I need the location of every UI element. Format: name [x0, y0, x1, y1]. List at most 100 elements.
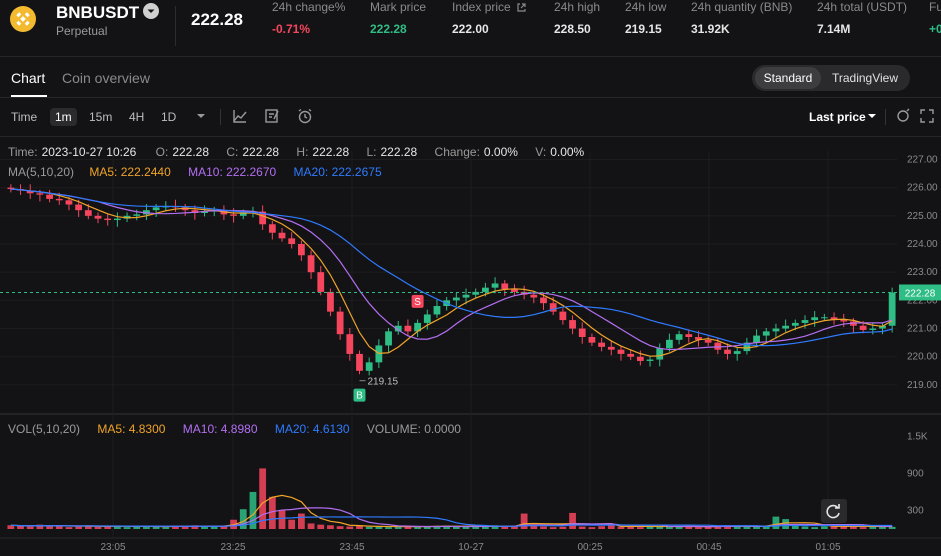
candle-body — [753, 335, 760, 343]
fullscreen-icon[interactable] — [918, 107, 936, 125]
volume-bar — [588, 527, 596, 529]
volume-bar — [346, 526, 354, 529]
candle-body — [782, 325, 790, 329]
volume-bar — [569, 512, 576, 529]
reset-view-button[interactable] — [821, 499, 847, 523]
external-link-icon[interactable] — [516, 2, 527, 13]
candle-body — [278, 232, 286, 239]
ohlc-close: 222.28 — [242, 145, 280, 159]
interval-time[interactable]: Time — [11, 110, 37, 124]
stat-value: -0.71% — [272, 22, 311, 36]
ma-legend: MA(5,10,20) MA5: 222.2440 MA10: 222.2670… — [8, 165, 382, 179]
standard-view-button[interactable]: Standard — [755, 67, 821, 89]
candle-body — [646, 359, 654, 361]
candle-body — [462, 294, 470, 298]
volume-axis-label: 900 — [907, 468, 924, 479]
drawing-tools-icon[interactable] — [263, 107, 281, 125]
candle-body — [762, 331, 770, 336]
bnb-logo-icon — [10, 6, 36, 32]
time-axis-label: 23:25 — [220, 542, 245, 553]
contract-type: Perpetual — [56, 24, 108, 38]
stat-label: 24h high — [554, 0, 601, 14]
stat-value: 7.14M — [817, 22, 851, 36]
last-price: 222.28 — [191, 10, 243, 29]
volume-bar — [317, 524, 325, 529]
price-axis-label: 221.00 — [907, 324, 938, 335]
volume-bar — [559, 526, 567, 529]
volume-bar — [840, 526, 848, 529]
stat-label: Mark price — [370, 0, 427, 14]
volume-bar — [636, 527, 644, 529]
candle-body — [317, 272, 325, 292]
chart-settings-icon[interactable] — [894, 107, 912, 125]
ohlc-volume: 0.00% — [550, 145, 585, 159]
interval-4h[interactable]: 4H — [129, 110, 144, 124]
candle-body — [791, 322, 799, 326]
volume-axis-label: 1.5K — [907, 431, 928, 442]
price-axis-label: 224.00 — [907, 239, 938, 250]
volume-bar — [540, 526, 547, 529]
toolbar-divider — [220, 109, 221, 125]
interval-15m[interactable]: 15m — [89, 110, 112, 124]
price-chart-area[interactable]: 227.00 226.00 225.00 224.00 223.00 222.00 221.… — [0, 137, 941, 556]
chevron-down-icon[interactable] — [863, 107, 881, 125]
interval-1m[interactable]: 1m — [50, 108, 77, 126]
alarm-clock-icon[interactable] — [296, 107, 314, 125]
candle-body — [540, 297, 547, 304]
tradingview-button[interactable]: TradingView — [824, 67, 906, 89]
volume-bar — [801, 526, 809, 529]
volume-bar — [297, 513, 305, 529]
candle-body — [627, 353, 635, 357]
volume-bar — [385, 527, 392, 529]
ma10-value: MA10: 222.2670 — [188, 165, 277, 179]
tab-coin-overview[interactable]: Coin overview — [62, 70, 150, 86]
volume-bar — [520, 513, 528, 529]
candle-body — [820, 317, 828, 319]
candle-body — [36, 193, 44, 195]
volume-bar — [327, 525, 334, 529]
volume-bar — [888, 526, 896, 529]
volume-bar — [94, 526, 102, 529]
stat-value: 222.28 — [370, 22, 407, 36]
candle-body — [452, 297, 460, 301]
candle-body — [268, 224, 276, 233]
ohlc-low: 222.28 — [380, 145, 418, 159]
volume-legend: VOL(5,10,20) MA5: 4.8300 MA10: 4.8980 MA… — [8, 422, 461, 436]
symbol-dropdown-icon[interactable] — [143, 3, 159, 19]
chart-toolbar: Time 1m 15m 4H 1D Last price — [0, 98, 941, 136]
vol-legend-title: VOL(5,10,20) — [8, 422, 81, 436]
volume-bar — [859, 527, 867, 529]
low-annotation: 219.15 — [367, 377, 398, 388]
view-switch: Standard TradingView — [752, 65, 910, 91]
stat-label: 24h total (USDT) — [817, 0, 908, 14]
candle-body — [617, 349, 625, 354]
volume-bar — [607, 525, 615, 529]
price-axis-label: 225.00 — [907, 211, 938, 222]
interval-1d[interactable]: 1D — [161, 110, 176, 124]
price-type-selector[interactable]: Last price — [809, 110, 866, 124]
candle-body — [94, 215, 102, 219]
volume-bar — [288, 519, 296, 529]
time-axis-label: 10-27 — [458, 542, 484, 553]
vol-ma20-value: MA20: 4.6130 — [274, 422, 350, 436]
candle-body — [530, 294, 538, 298]
current-price-label: 222.28 — [905, 288, 936, 299]
volume-bar — [46, 526, 53, 529]
time-axis-label: 00:25 — [577, 542, 602, 553]
candlestick-chart[interactable]: 227.00226.00225.00224.00223.00222.00221.… — [0, 137, 941, 556]
interval-more-icon[interactable] — [192, 107, 210, 125]
candle-body — [801, 320, 809, 323]
candle-body — [869, 328, 877, 330]
ma20-value: MA20: 222.2675 — [293, 165, 382, 179]
candle-body — [714, 342, 722, 350]
candle-body — [491, 283, 499, 288]
symbol-name[interactable]: BNBUSDT — [56, 3, 139, 23]
tab-chart[interactable]: Chart — [11, 70, 45, 86]
volume-bar — [17, 525, 24, 529]
candle-body — [636, 356, 644, 361]
ohlc-close-label: C: — [226, 145, 239, 159]
candle-body — [152, 207, 160, 211]
candle-body — [675, 334, 683, 340]
ohlc-time: 2023-10-27 10:26 — [41, 145, 137, 159]
indicator-icon[interactable] — [231, 107, 249, 125]
